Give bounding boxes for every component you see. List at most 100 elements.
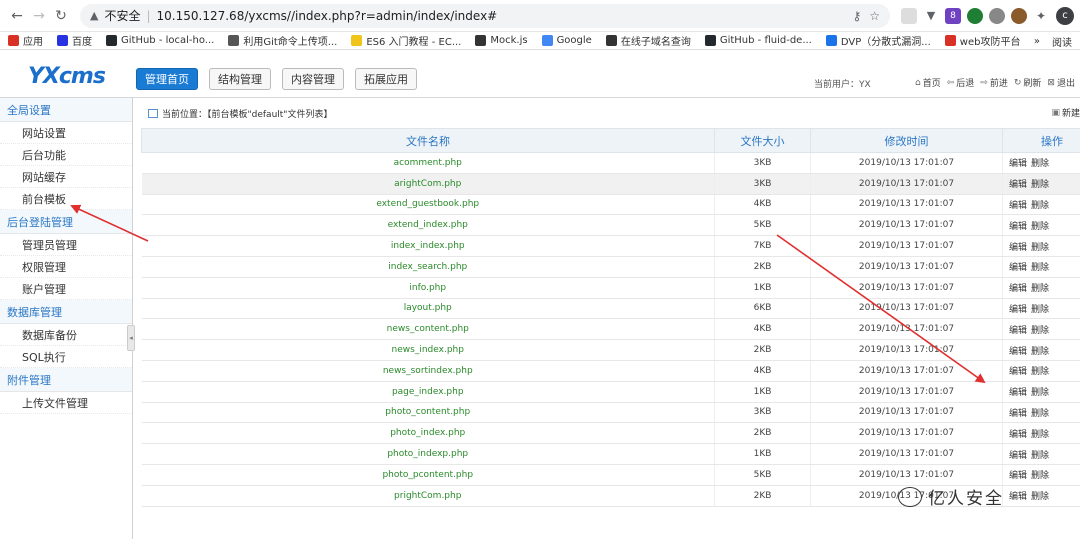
- file-name-link[interactable]: news_content.php: [141, 318, 715, 341]
- file-name-link[interactable]: extend_index.php: [141, 214, 715, 237]
- sidebar-item[interactable]: 前台模板: [0, 188, 132, 210]
- delete-link[interactable]: 删除: [1031, 451, 1049, 461]
- sidebar-item[interactable]: 账户管理: [0, 278, 132, 300]
- file-name-link[interactable]: page_index.php: [141, 381, 715, 403]
- bookmark-item[interactable]: DVP（分散式漏洞...: [825, 33, 931, 48]
- edit-link[interactable]: 编辑: [1009, 305, 1027, 315]
- bookmark-item[interactable]: web攻防平台: [944, 33, 1020, 48]
- toolbar-back-button[interactable]: ⇦ 后退: [947, 76, 975, 90]
- edit-link[interactable]: 编辑: [1009, 180, 1027, 190]
- bookmark-item[interactable]: GitHub - fluid-de...: [704, 35, 812, 46]
- toolbar-forward-button[interactable]: ⇨ 前进: [980, 76, 1008, 90]
- edit-link[interactable]: 编辑: [1009, 284, 1027, 294]
- extension-blank-icon[interactable]: [901, 7, 917, 24]
- nav-tab[interactable]: 管理首页: [136, 68, 198, 90]
- edit-link[interactable]: 编辑: [1009, 347, 1027, 357]
- edit-link[interactable]: 编辑: [1009, 409, 1027, 419]
- delete-link[interactable]: 删除: [1031, 409, 1049, 419]
- edit-link[interactable]: 编辑: [1009, 367, 1027, 377]
- delete-link[interactable]: 删除: [1031, 180, 1049, 190]
- delete-link[interactable]: 删除: [1031, 367, 1049, 377]
- sidebar-group-title[interactable]: 数据库管理: [0, 300, 132, 324]
- edit-link[interactable]: 编辑: [1009, 492, 1027, 502]
- forward-arrow-icon[interactable]: →: [28, 5, 50, 27]
- key-icon[interactable]: ⚷: [852, 9, 861, 23]
- edit-link[interactable]: 编辑: [1009, 451, 1027, 461]
- edit-link[interactable]: 编辑: [1009, 201, 1027, 211]
- file-name-link[interactable]: layout.php: [141, 298, 715, 320]
- extension-v-icon[interactable]: ▼: [923, 7, 939, 24]
- sidebar-item[interactable]: 数据库备份: [0, 324, 132, 346]
- yxcms-logo[interactable]: YXcms: [28, 64, 106, 89]
- sidebar-collapse-handle[interactable]: ◂: [127, 325, 135, 351]
- sidebar-item[interactable]: 上传文件管理: [0, 392, 132, 414]
- file-name-link[interactable]: acomment.php: [141, 152, 715, 174]
- sidebar-group-title[interactable]: 附件管理: [0, 368, 132, 392]
- delete-link[interactable]: 删除: [1031, 243, 1049, 253]
- extension-shield-icon[interactable]: [967, 7, 983, 24]
- back-arrow-icon[interactable]: ←: [6, 5, 28, 27]
- bookmark-item[interactable]: GitHub - local-ho...: [106, 35, 214, 46]
- sidebar-group-title[interactable]: 后台登陆管理: [0, 210, 132, 234]
- file-name-link[interactable]: photo_content.php: [141, 402, 715, 424]
- reading-list-button[interactable]: 阅读: [1052, 34, 1072, 49]
- file-name-link[interactable]: index_index.php: [141, 235, 715, 257]
- delete-link[interactable]: 删除: [1031, 430, 1049, 440]
- toolbar-home-button[interactable]: ⌂ 首页: [915, 76, 941, 90]
- toolbar-refresh-button[interactable]: ↻ 刷新: [1014, 76, 1042, 90]
- sidebar-item[interactable]: 管理员管理: [0, 234, 132, 256]
- file-name-link[interactable]: info.php: [141, 277, 715, 299]
- bookmark-item[interactable]: 利用Git命令上传项...: [228, 33, 337, 48]
- file-name-link[interactable]: photo_pcontent.php: [141, 464, 715, 486]
- url-text[interactable]: 10.150.127.68/yxcms//index.php?r=admin/i…: [157, 9, 845, 23]
- delete-link[interactable]: 删除: [1031, 159, 1049, 169]
- sidebar-item[interactable]: SQL执行: [0, 346, 132, 368]
- delete-link[interactable]: 删除: [1031, 305, 1049, 315]
- delete-link[interactable]: 删除: [1031, 284, 1049, 294]
- sidebar-item[interactable]: 网站缓存: [0, 166, 132, 188]
- delete-link[interactable]: 删除: [1031, 492, 1049, 502]
- bookmarks-more-button[interactable]: »: [1034, 36, 1040, 47]
- edit-link[interactable]: 编辑: [1009, 430, 1027, 440]
- file-name-link[interactable]: prightCom.php: [141, 485, 715, 507]
- edit-link[interactable]: 编辑: [1009, 326, 1027, 336]
- bookmark-item[interactable]: 百度: [57, 33, 92, 48]
- sidebar-item[interactable]: 网站设置: [0, 122, 132, 144]
- edit-link[interactable]: 编辑: [1009, 243, 1027, 253]
- bookmark-item[interactable]: ES6 入门教程 - EC...: [351, 33, 461, 48]
- file-name-link[interactable]: news_index.php: [141, 339, 715, 361]
- edit-link[interactable]: 编辑: [1009, 159, 1027, 169]
- edit-link[interactable]: 编辑: [1009, 263, 1027, 273]
- file-name-link[interactable]: extend_guestbook.php: [141, 194, 715, 216]
- delete-link[interactable]: 删除: [1031, 201, 1049, 211]
- bookmark-item[interactable]: 应用: [8, 33, 43, 48]
- sidebar-item[interactable]: 权限管理: [0, 256, 132, 278]
- delete-link[interactable]: 删除: [1031, 222, 1049, 232]
- extension-gear-icon[interactable]: [989, 7, 1005, 24]
- nav-tab[interactable]: 拓展应用: [355, 68, 417, 90]
- bookmark-item[interactable]: Mock.js: [475, 35, 528, 46]
- delete-link[interactable]: 删除: [1031, 388, 1049, 398]
- delete-link[interactable]: 删除: [1031, 263, 1049, 273]
- file-name-link[interactable]: index_search.php: [141, 256, 715, 278]
- delete-link[interactable]: 删除: [1031, 326, 1049, 336]
- nav-tab[interactable]: 内容管理: [282, 68, 344, 90]
- edit-link[interactable]: 编辑: [1009, 222, 1027, 232]
- new-file-button[interactable]: ▣ 新建: [1051, 106, 1080, 120]
- reload-icon[interactable]: ↻: [50, 5, 72, 27]
- delete-link[interactable]: 删除: [1031, 471, 1049, 481]
- toolbar-logout-button[interactable]: ⊠ 退出: [1047, 76, 1075, 90]
- extensions-puzzle-icon[interactable]: ✦: [1033, 7, 1049, 24]
- file-name-link[interactable]: arightCom.php: [141, 173, 715, 195]
- address-bar[interactable]: ▲ 不安全 | 10.150.127.68/yxcms//index.php?r…: [80, 3, 890, 28]
- sidebar-group-title[interactable]: 全局设置: [0, 98, 132, 122]
- delete-link[interactable]: 删除: [1031, 347, 1049, 357]
- profile-avatar[interactable]: c: [1056, 6, 1074, 25]
- bookmark-item[interactable]: Google: [541, 35, 592, 46]
- file-name-link[interactable]: photo_index.php: [141, 422, 715, 445]
- bookmark-item[interactable]: 在线子域名查询: [605, 33, 691, 48]
- bookmark-star-icon[interactable]: ☆: [869, 9, 880, 23]
- nav-tab[interactable]: 结构管理: [209, 68, 271, 90]
- edit-link[interactable]: 编辑: [1009, 471, 1027, 481]
- extension-purple-icon[interactable]: 8: [945, 7, 961, 24]
